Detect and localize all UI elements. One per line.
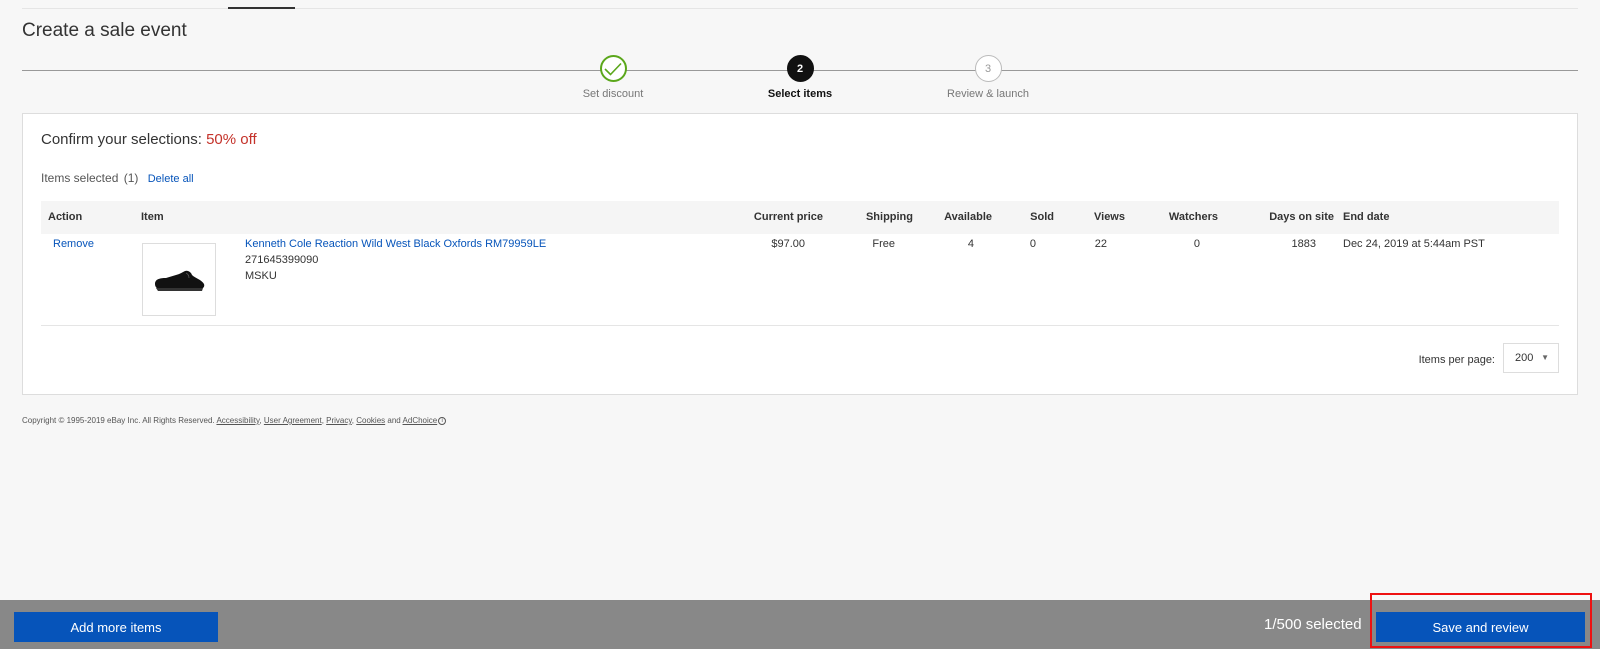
header-sold: Sold [1030, 211, 1054, 223]
footer-link-accessibility[interactable]: Accessibility [216, 416, 259, 425]
item-id: 271645399090 [245, 254, 319, 266]
checkmark-icon [599, 55, 627, 82]
items-per-page-label: Items per page: [1418, 354, 1495, 366]
header-days-on-site: Days on site [1269, 211, 1334, 223]
header-available: Available [944, 211, 992, 223]
add-more-items-button[interactable]: Add more items [14, 612, 218, 642]
item-available: 4 [967, 238, 974, 250]
footer-link-privacy[interactable]: Privacy [326, 416, 352, 425]
confirm-heading: Confirm your selections: 50% off [41, 131, 257, 148]
remove-link[interactable]: Remove [53, 238, 94, 250]
item-watchers: 0 [1193, 238, 1200, 250]
active-tab-indicator [228, 7, 295, 9]
page-title: Create a sale event [22, 20, 187, 41]
header-views: Views [1094, 211, 1125, 223]
step-set-discount: Set discount [553, 55, 673, 100]
step-review-launch: 3 Review & launch [928, 55, 1048, 100]
items-per-page-select[interactable]: 200 ▼ [1503, 343, 1559, 373]
row-divider [41, 325, 1559, 326]
footer-link-cookies[interactable]: Cookies [356, 416, 385, 425]
item-end-date: Dec 24, 2019 at 5:44am PST [1343, 238, 1485, 250]
items-selected: Items selected (1) Delete all [41, 171, 194, 185]
header-item: Item [141, 211, 164, 223]
header-end-date: End date [1343, 211, 1390, 223]
delete-all-link[interactable]: Delete all [148, 173, 194, 185]
selection-card: Confirm your selections: 50% off Items s… [22, 113, 1578, 395]
header-current-price: Current price [753, 211, 823, 223]
header-action: Action [48, 211, 83, 223]
header-shipping: Shipping [865, 211, 913, 223]
step-number: 2 [786, 55, 814, 82]
step-number: 3 [974, 55, 1002, 82]
item-shipping: Free [872, 238, 895, 250]
step-label: Set discount [582, 88, 644, 100]
step-select-items: 2 Select items [740, 55, 860, 100]
save-and-review-button[interactable]: Save and review [1376, 612, 1585, 642]
copyright-text: Copyright © 1995-2019 eBay Inc. All Righ… [22, 416, 215, 425]
step-label: Select items [767, 88, 833, 100]
footer: Copyright © 1995-2019 eBay Inc. All Righ… [22, 416, 447, 425]
item-sold: 0 [1029, 238, 1036, 250]
footer-link-adchoice[interactable]: AdChoice [403, 416, 438, 425]
info-icon[interactable]: i [438, 416, 447, 425]
footer-and: and [387, 416, 401, 425]
items-selected-label: Items selected [41, 171, 119, 185]
item-thumbnail[interactable] [142, 243, 216, 316]
chevron-down-icon: ▼ [1541, 353, 1549, 362]
items-per-page-value: 200 [1515, 352, 1534, 364]
header-watchers: Watchers [1168, 211, 1218, 223]
shoe-icon [155, 270, 205, 291]
item-current-price: $97.00 [771, 238, 805, 250]
item-days-on-site: 1883 [1291, 238, 1316, 250]
step-label: Review & launch [947, 88, 1029, 100]
selected-count: 1/500 selected [1264, 616, 1362, 633]
item-views: 22 [1094, 238, 1107, 250]
discount-label: 50% off [206, 131, 257, 148]
confirm-heading-text: Confirm your selections: [41, 131, 202, 148]
footer-link-user-agreement[interactable]: User Agreement [264, 416, 322, 425]
items-selected-count: (1) [123, 171, 139, 185]
table-header: Action Item Current price Shipping Avail… [41, 201, 1559, 234]
item-sku: MSKU [245, 270, 277, 282]
item-title-link[interactable]: Kenneth Cole Reaction Wild West Black Ox… [245, 238, 546, 250]
bottom-action-bar: Add more items 1/500 selected Save and r… [0, 593, 1600, 649]
